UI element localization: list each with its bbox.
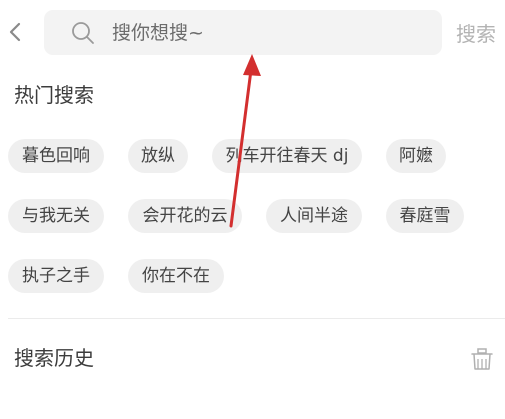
hot-tag[interactable]: 春庭雪 xyxy=(386,199,464,233)
hot-tag[interactable]: 会开花的云 xyxy=(128,199,242,233)
search-input[interactable]: 搜你想搜~ xyxy=(44,10,442,55)
search-button[interactable]: 搜索 xyxy=(456,21,496,47)
search-icon xyxy=(72,22,94,44)
hot-tag[interactable]: 放纵 xyxy=(128,139,188,173)
hot-tag[interactable]: 人间半途 xyxy=(266,199,362,233)
hot-tag[interactable]: 与我无关 xyxy=(8,199,104,233)
hot-search-title: 热门搜索 xyxy=(14,83,94,107)
search-history-title: 搜索历史 xyxy=(14,346,94,370)
hot-tag[interactable]: 列车开往春天 dj xyxy=(212,139,362,173)
hot-tag[interactable]: 阿嬷 xyxy=(386,139,446,173)
hot-tag[interactable]: 你在不在 xyxy=(128,259,224,293)
search-placeholder: 搜你想搜~ xyxy=(112,22,204,44)
hot-tag[interactable]: 暮色回响 xyxy=(8,139,104,173)
back-icon[interactable] xyxy=(4,20,28,44)
hot-tag[interactable]: 执子之手 xyxy=(8,259,104,293)
trash-icon[interactable] xyxy=(468,345,496,373)
section-divider xyxy=(8,318,505,319)
